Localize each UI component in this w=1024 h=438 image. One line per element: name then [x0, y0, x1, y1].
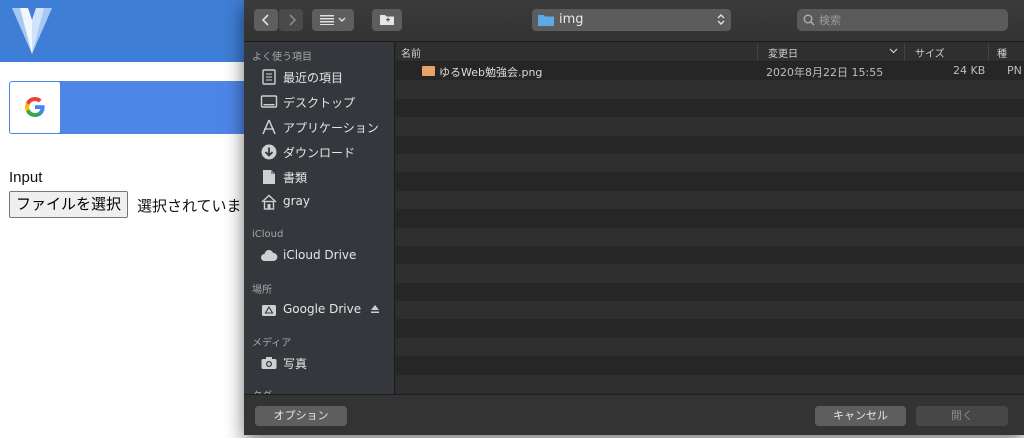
search-input[interactable]	[819, 11, 999, 29]
column-divider	[904, 44, 905, 60]
sidebar-heading-tags: タグ	[252, 387, 272, 394]
list-item	[396, 209, 1024, 228]
dialog-toolbar: img	[244, 0, 1024, 42]
list-item	[396, 301, 1024, 320]
column-kind[interactable]: 種	[997, 45, 1007, 60]
vuetify-logo-icon	[12, 8, 52, 54]
dialog-bottom-bar: オプション キャンセル 開く	[244, 394, 1024, 435]
open-button[interactable]: 開く	[916, 406, 1008, 426]
back-button[interactable]	[254, 9, 278, 31]
cancel-button[interactable]: キャンセル	[815, 406, 906, 426]
home-icon	[261, 194, 277, 210]
chevron-right-icon	[289, 14, 296, 26]
recents-icon	[262, 69, 276, 85]
sidebar-heading-favorites: よく使う項目	[252, 52, 312, 63]
updown-chevron-icon	[717, 14, 725, 25]
documents-icon	[263, 170, 275, 184]
file-status-text: 選択されていま	[137, 197, 242, 215]
options-button[interactable]: オプション	[255, 406, 347, 426]
list-item	[396, 153, 1024, 173]
file-open-dialog: img よく使う項目 最近の項目 デスクトップ アプリケーション ダウンロード	[244, 0, 1024, 435]
list-item	[396, 245, 1024, 265]
desktop-icon	[260, 95, 278, 108]
sidebar-item-desktop[interactable]: デスクトップ	[258, 91, 393, 113]
list-item	[396, 264, 1024, 283]
app-header	[0, 0, 260, 62]
eject-icon[interactable]	[370, 304, 380, 314]
applications-icon	[262, 119, 276, 135]
sidebar-item-label: 最近の項目	[283, 71, 344, 85]
list-item	[396, 337, 1024, 357]
path-popup[interactable]: img	[532, 9, 731, 31]
list-item	[396, 135, 1024, 154]
chevron-down-icon	[889, 48, 898, 54]
chevron-left-icon	[262, 14, 269, 26]
image-file-icon	[422, 66, 435, 76]
sidebar-item-home[interactable]: gray	[258, 191, 393, 213]
sidebar-item-label: Google Drive	[283, 302, 362, 316]
forward-button[interactable]	[279, 9, 303, 31]
sidebar-item-applications[interactable]: アプリケーション	[258, 116, 393, 138]
sidebar-item-downloads[interactable]: ダウンロード	[258, 141, 393, 163]
new-folder-icon	[380, 15, 394, 25]
sidebar-item-label: ダウンロード	[283, 146, 356, 160]
sidebar-heading-locations: 場所	[252, 285, 272, 296]
file-rows: ゆるWeb勉強会.png 2020年8月22日 15:55 24 KB PN	[396, 62, 1024, 394]
column-divider	[757, 44, 758, 60]
list-item	[396, 80, 1024, 99]
path-label: img	[559, 12, 584, 27]
folder-icon	[538, 15, 554, 26]
list-item	[396, 319, 1024, 338]
sidebar-item-label: iCloud Drive	[283, 248, 357, 262]
column-divider	[988, 44, 989, 60]
sidebar-item-label: アプリケーション	[283, 121, 379, 135]
dialog-sidebar: よく使う項目 最近の項目 デスクトップ アプリケーション ダウンロード 書類 g…	[244, 42, 395, 394]
list-item	[396, 227, 1024, 246]
file-row[interactable]: ゆるWeb勉強会.png 2020年8月22日 15:55 24 KB PN	[396, 62, 1024, 81]
sidebar-item-documents[interactable]: 書類	[258, 166, 393, 188]
google-icon-tile	[10, 82, 60, 133]
file-modified: 2020年8月22日 15:55	[766, 66, 884, 79]
camera-icon	[261, 357, 277, 369]
list-item	[396, 98, 1024, 118]
google-icon	[25, 97, 45, 117]
sidebar-item-label: 写真	[283, 357, 308, 371]
sidebar-item-icloud-drive[interactable]: iCloud Drive	[258, 245, 393, 267]
sidebar-item-photos[interactable]: 写真	[258, 352, 393, 374]
list-item	[396, 374, 1024, 394]
drive-icon	[262, 305, 276, 316]
column-modified[interactable]: 変更日	[768, 45, 798, 60]
choose-file-button[interactable]: ファイルを選択	[9, 191, 129, 218]
search-icon	[803, 14, 815, 26]
list-item	[396, 172, 1024, 191]
sidebar-item-label: gray	[283, 194, 311, 208]
sidebar-item-google-drive[interactable]: Google Drive	[258, 299, 393, 321]
cloud-icon	[261, 250, 278, 261]
search-box[interactable]	[797, 9, 1008, 31]
list-view-icon	[320, 15, 346, 25]
input-label: Input	[9, 169, 43, 186]
sidebar-item-recents[interactable]: 最近の項目	[258, 66, 393, 88]
file-name: ゆるWeb勉強会.png	[439, 66, 543, 79]
column-header: 名前 変更日 サイズ 種	[396, 42, 1024, 62]
sidebar-heading-media: メディア	[252, 338, 292, 349]
column-name[interactable]: 名前	[401, 45, 421, 60]
list-item	[396, 117, 1024, 136]
sidebar-item-label: 書類	[283, 171, 308, 185]
list-item	[396, 356, 1024, 375]
list-item	[396, 190, 1024, 210]
file-list: 名前 変更日 サイズ 種 ゆるWeb勉強会.png 2020年8月22日 15:…	[396, 42, 1024, 394]
file-size: 24 KB	[953, 64, 986, 77]
downloads-icon	[261, 144, 277, 160]
sidebar-heading-icloud: iCloud	[252, 229, 284, 240]
google-signin-button[interactable]	[9, 81, 259, 134]
column-size[interactable]: サイズ	[915, 45, 945, 60]
new-folder-button[interactable]	[372, 9, 402, 31]
list-item	[396, 282, 1024, 302]
file-kind: PN	[1007, 64, 1022, 77]
view-options-button[interactable]	[312, 9, 354, 31]
sidebar-item-label: デスクトップ	[283, 96, 356, 110]
